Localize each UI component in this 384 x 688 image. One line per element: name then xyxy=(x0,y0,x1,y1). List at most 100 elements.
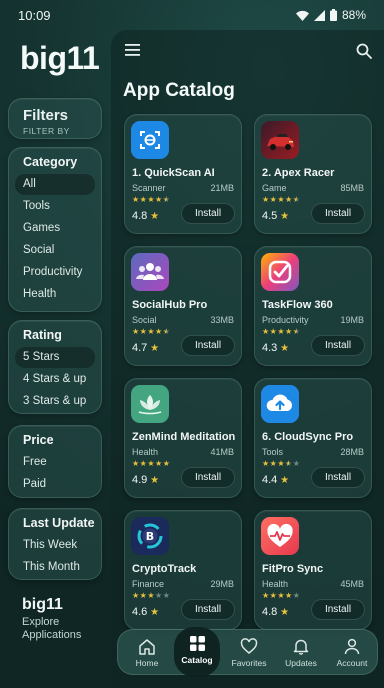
star-rating: ★★★★★ xyxy=(262,459,301,468)
nav-account[interactable]: Account xyxy=(326,630,378,676)
signal-icon xyxy=(313,9,325,21)
nav-favorites[interactable]: Favorites xyxy=(223,630,275,676)
rating-option-4-stars-up[interactable]: 4 Stars & up xyxy=(15,369,95,390)
app-category: Finance xyxy=(132,579,165,589)
filters-panel[interactable]: Filters FILTER BY xyxy=(8,98,102,139)
rating-number: 4.7 xyxy=(132,342,148,354)
people-icon xyxy=(131,253,169,291)
app-card-cloudsync-pro[interactable]: 6. CloudSync Pro Tools 28MB ★★★★★ 4.4 ★ Insta… xyxy=(254,378,372,498)
sidebar-footer: big11 Explore Applications xyxy=(22,596,92,642)
install-button[interactable]: Install xyxy=(181,599,235,620)
main-content: App Catalog 1. QuickScan AI Scanner 21MB ★★… xyxy=(111,30,384,688)
scan-icon xyxy=(131,121,169,159)
rating-number: 4.4 xyxy=(262,474,278,486)
star-rating: ★★★★★ xyxy=(132,591,171,600)
install-button[interactable]: Install xyxy=(311,467,365,488)
app-category: Scanner xyxy=(132,183,166,193)
star-rating: ★★★★★ xyxy=(262,591,301,600)
grid-icon xyxy=(189,636,205,651)
status-time: 10:09 xyxy=(18,7,51,23)
rating-value: 4.8 ★ xyxy=(132,210,159,222)
price-option-paid[interactable]: Paid xyxy=(15,474,95,495)
price-option-free[interactable]: Free xyxy=(15,452,95,473)
rating-value: 4.4 ★ xyxy=(262,474,289,486)
star-rating: ★★★★★ xyxy=(262,327,301,336)
install-button[interactable]: Install xyxy=(311,599,365,620)
app-size: 21MB xyxy=(210,183,234,193)
footer-brand: big11 xyxy=(22,596,63,613)
last-update-panel: Last Update This Week This Month xyxy=(8,508,102,580)
app-name: ZenMind Meditation xyxy=(132,431,236,443)
heart-pulse-icon xyxy=(261,517,299,555)
rating-value: 4.5 ★ xyxy=(262,210,289,222)
rating-value: 4.8 ★ xyxy=(262,606,289,618)
page-title: App Catalog xyxy=(123,80,235,101)
nav-catalog[interactable]: Catalog xyxy=(174,627,220,677)
race-car-icon xyxy=(261,121,299,159)
nav-updates[interactable]: Updates xyxy=(275,630,327,676)
app-name: 6. CloudSync Pro xyxy=(262,431,354,443)
person-icon xyxy=(344,638,360,655)
app-card-fitpro-sync[interactable]: FitPro Sync Health 45MB ★★★★★ 4.8 ★ Install xyxy=(254,510,372,630)
star-icon: ★ xyxy=(277,211,290,222)
app-category: Tools xyxy=(262,447,284,457)
rating-option-3-stars-up[interactable]: 3 Stars & up xyxy=(15,391,95,412)
app-category: Social xyxy=(132,315,157,325)
rating-number: 4.5 xyxy=(262,210,278,222)
install-button[interactable]: Install xyxy=(311,203,365,224)
app-name: SocialHub Pro xyxy=(132,299,208,311)
cloud-upload-icon xyxy=(261,385,299,423)
star-rating: ★★★★★ xyxy=(132,195,171,204)
rating-number: 4.8 xyxy=(132,210,148,222)
star-icon: ★ xyxy=(147,211,160,222)
rating-number: 4.6 xyxy=(132,606,148,618)
battery-icon xyxy=(329,9,337,21)
nav-catalog-label: Catalog xyxy=(181,655,213,665)
category-option-tools[interactable]: Tools xyxy=(15,196,95,217)
star-icon: ★ xyxy=(147,343,160,354)
rating-value: 4.6 ★ xyxy=(132,606,159,618)
install-button[interactable]: Install xyxy=(181,203,235,224)
app-card-cryptotrack[interactable]: B CryptoTrack Finance 29MB ★★★★★ 4.6 ★ Install xyxy=(124,510,242,630)
app-category: Health xyxy=(132,447,159,457)
star-icon: ★ xyxy=(277,343,290,354)
bottom-nav: Home Catalog Favorites Updates Account xyxy=(117,627,378,677)
app-card-apex-racer[interactable]: 2. Apex Racer Game 85MB ★★★★★ 4.5 ★ Install xyxy=(254,114,372,234)
app-name: 2. Apex Racer xyxy=(262,167,335,179)
app-size: 45MB xyxy=(340,579,364,589)
star-rating: ★★★★★ xyxy=(132,459,171,468)
category-option-productivity[interactable]: Productivity xyxy=(15,262,95,283)
sidebar: big11 Filters FILTER BY Category All Too… xyxy=(0,30,112,688)
category-option-games[interactable]: Games xyxy=(15,218,95,239)
install-button[interactable]: Install xyxy=(311,335,365,356)
app-size: 85MB xyxy=(340,183,364,193)
nav-home[interactable]: Home xyxy=(121,630,173,676)
rating-value: 4.3 ★ xyxy=(262,342,289,354)
lotus-icon xyxy=(131,385,169,423)
install-button[interactable]: Install xyxy=(181,335,235,356)
last-update-title: Last Update xyxy=(23,516,95,530)
app-category: Productivity xyxy=(262,315,309,325)
app-card-socialhub-pro[interactable]: SocialHub Pro Social 33MB ★★★★★ 4.7 ★ Install xyxy=(124,246,242,366)
battery-level: 88% xyxy=(341,8,366,22)
rating-number: 4.8 xyxy=(262,606,278,618)
app-card-taskflow-360[interactable]: TaskFlow 360 Productivity 19MB ★★★★★ 4.3 ★ In… xyxy=(254,246,372,366)
home-icon xyxy=(139,639,155,655)
category-option-social[interactable]: Social xyxy=(15,240,95,261)
app-screen: 10:09 88% big11 Filters FILTER BY Catego… xyxy=(0,0,384,688)
last-update-option-week[interactable]: This Week xyxy=(15,535,95,556)
install-button[interactable]: Install xyxy=(181,467,235,488)
app-card-quickscan-ai[interactable]: 1. QuickScan AI Scanner 21MB ★★★★★ 4.8 ★ Inst… xyxy=(124,114,242,234)
rating-value: 4.9 ★ xyxy=(132,474,159,486)
last-update-option-month[interactable]: This Month xyxy=(15,557,95,578)
star-icon: ★ xyxy=(277,607,290,618)
nav-account-label: Account xyxy=(336,658,368,668)
app-card-zenmind-meditation[interactable]: ZenMind Meditation Health 41MB ★★★★★ 4.9 ★ In… xyxy=(124,378,242,498)
category-option-all[interactable]: All xyxy=(15,174,95,195)
search-icon[interactable] xyxy=(355,42,373,60)
rating-title: Rating xyxy=(23,328,62,342)
category-option-health[interactable]: Health xyxy=(15,284,95,305)
star-rating: ★★★★★ xyxy=(132,327,171,336)
menu-icon[interactable] xyxy=(124,42,142,58)
rating-option-5-stars[interactable]: 5 Stars xyxy=(15,347,95,368)
